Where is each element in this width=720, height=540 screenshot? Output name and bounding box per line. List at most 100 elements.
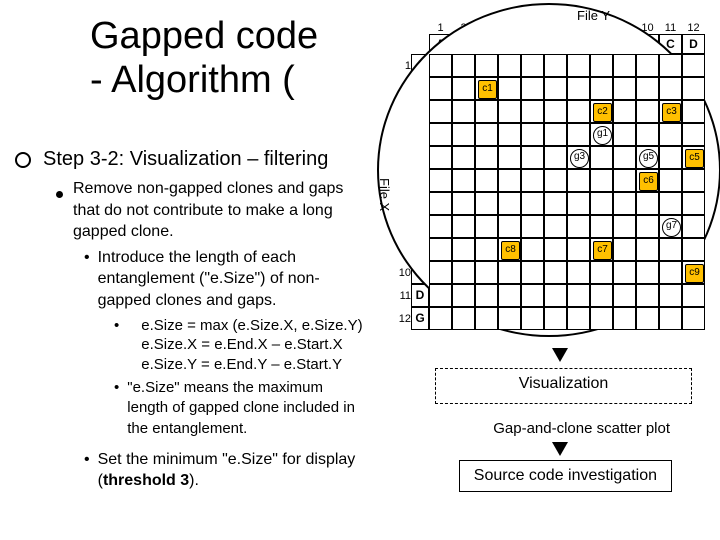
row-label: 11D [397, 284, 429, 307]
grid-cell [429, 77, 452, 100]
introduce-text: Introduce the length of each entanglemen… [98, 247, 366, 312]
grid-cell [521, 307, 544, 330]
grid-cell [544, 169, 567, 192]
grid-cell [659, 238, 682, 261]
grid-cell [682, 77, 705, 100]
grid-cell [429, 284, 452, 307]
grid-cell [429, 215, 452, 238]
grid-cell [590, 77, 613, 100]
grid-cell [590, 169, 613, 192]
grid-cell [636, 307, 659, 330]
grid-cell [498, 146, 521, 169]
grid-cell [475, 307, 498, 330]
grid-cell [567, 123, 590, 146]
diamond-icon: • [84, 247, 90, 269]
grid-cell [590, 54, 613, 77]
grid-cell [498, 100, 521, 123]
grid-diagram: File Y File X 123456789101112 ABCEFBCDEB… [397, 8, 705, 330]
grid-cell [475, 54, 498, 77]
row-label: 12G [397, 307, 429, 330]
diamond-icon: • [114, 378, 119, 398]
grid-cell [429, 307, 452, 330]
col-header-cell: D [682, 34, 705, 54]
grid-cell [659, 215, 682, 238]
grid-cell [452, 169, 475, 192]
grid-cell [521, 238, 544, 261]
grid-cell [544, 307, 567, 330]
grid-cell [498, 54, 521, 77]
col-num: 12 [682, 22, 705, 34]
grid-cell [521, 123, 544, 146]
grid-cell [544, 77, 567, 100]
grid-cell [613, 284, 636, 307]
grid-cell [659, 307, 682, 330]
grid-cell [567, 284, 590, 307]
bullet-icon [15, 152, 31, 168]
grid-cell [452, 192, 475, 215]
grid-cell [521, 54, 544, 77]
dot-icon [56, 191, 63, 198]
grid-cell [498, 307, 521, 330]
grid-cell [498, 284, 521, 307]
grid-cell [636, 261, 659, 284]
file-y-label: File Y [577, 8, 610, 23]
grid-cell [429, 54, 452, 77]
grid-cell [475, 77, 498, 100]
grid-cell [498, 169, 521, 192]
grid-cell [567, 307, 590, 330]
grid-cell [475, 284, 498, 307]
grid-cell [544, 261, 567, 284]
grid-cell [613, 123, 636, 146]
grid-cell [682, 307, 705, 330]
grid-cell [613, 261, 636, 284]
grid-cell [521, 146, 544, 169]
grid-cell [613, 77, 636, 100]
diamond-icon: • [114, 316, 119, 336]
grid-cell [590, 307, 613, 330]
grid-cell [613, 54, 636, 77]
grid-cell [567, 77, 590, 100]
grid-cell [682, 215, 705, 238]
grid-cell [475, 146, 498, 169]
grid-cell [682, 284, 705, 307]
grid-cell [544, 123, 567, 146]
grid-cell [659, 192, 682, 215]
grid-cell [590, 284, 613, 307]
grid-cell [521, 192, 544, 215]
grid-cell [429, 169, 452, 192]
visualization-box: Visualization [435, 368, 692, 404]
grid-body: c1c2c3g1g3g5c5c6g7c8c7c9 [429, 54, 705, 330]
grid-cell [636, 238, 659, 261]
grid-cell [590, 146, 613, 169]
grid-cell [567, 146, 590, 169]
col-num: 11 [659, 22, 682, 34]
grid-cell [544, 238, 567, 261]
grid-cell [613, 307, 636, 330]
grid-cell [659, 169, 682, 192]
grid-cell [659, 146, 682, 169]
grid-cell [636, 77, 659, 100]
title-line1: Gapped code [90, 15, 318, 59]
grid-cell [498, 215, 521, 238]
grid-cell [567, 54, 590, 77]
grid-cell [498, 123, 521, 146]
grid-cell [636, 146, 659, 169]
grid-cell [567, 192, 590, 215]
grid-cell [452, 77, 475, 100]
grid-cell [636, 192, 659, 215]
grid-cell [613, 100, 636, 123]
grid-cell [682, 146, 705, 169]
grid-cell [429, 238, 452, 261]
grid-cell [659, 54, 682, 77]
grid-cell [567, 215, 590, 238]
grid-cell [498, 238, 521, 261]
grid-cell [498, 77, 521, 100]
set-min: Set the minimum "e.Size" for display (th… [98, 449, 366, 492]
step-row: Step 3-2: Visualization – filtering [15, 148, 328, 171]
grid-cell [567, 100, 590, 123]
arrow-down-icon [552, 348, 568, 362]
grid-cell [544, 146, 567, 169]
grid-cell [452, 100, 475, 123]
grid-cell [659, 77, 682, 100]
title-line2: - Algorithm ( [90, 59, 318, 103]
